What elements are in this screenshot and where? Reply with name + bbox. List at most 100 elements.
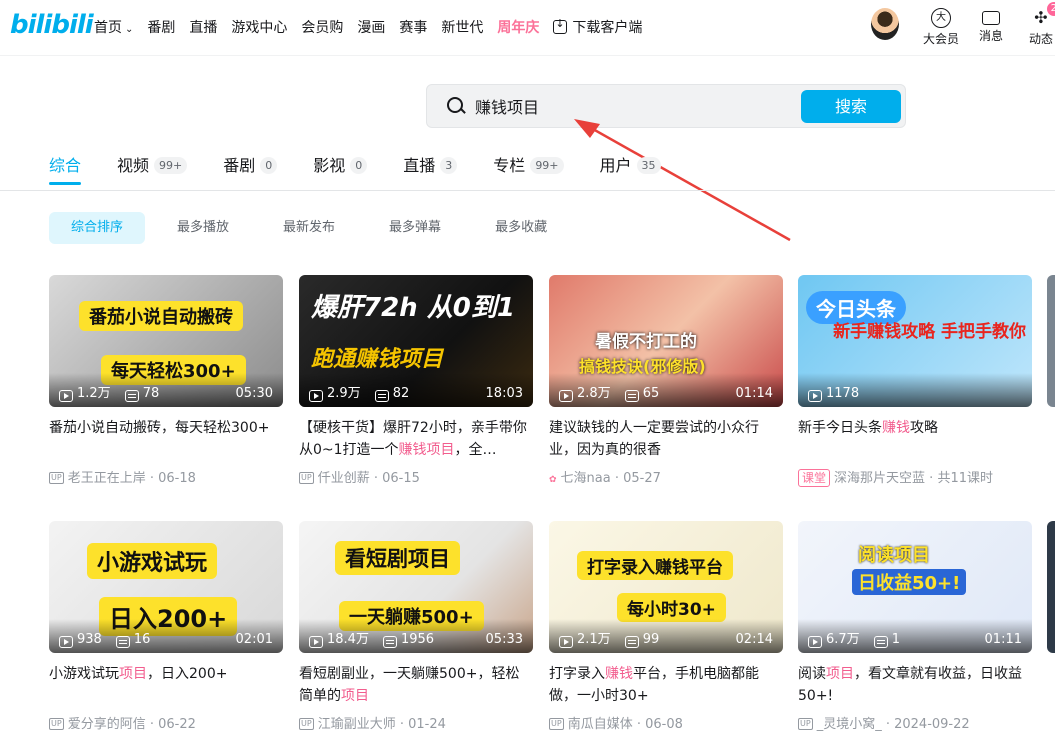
- play-count: 2.8万: [577, 386, 611, 401]
- sort-most-favorites[interactable]: 最多收藏: [473, 212, 569, 244]
- play-count: 1178: [826, 386, 860, 401]
- sort-overall[interactable]: 综合排序: [49, 212, 146, 244]
- partial-video-card[interactable]: [1047, 275, 1055, 407]
- course-tag: 课堂: [798, 469, 831, 487]
- up-icon: UP: [49, 472, 64, 484]
- video-thumbnail[interactable]: 打字录入赚钱平台 每小时30+ 2.1万 99 02:14: [549, 521, 783, 653]
- nav-live[interactable]: 直播: [189, 17, 217, 37]
- main-nav: 首页⌄ 番剧 直播 游戏中心 会员购 漫画 赛事 新世代 周年庆 下载客户端: [94, 17, 656, 37]
- play-count-icon: [808, 390, 822, 402]
- nav-game-center[interactable]: 游戏中心: [231, 17, 287, 37]
- nav-anniversary[interactable]: 周年庆: [497, 17, 539, 37]
- video-thumbnail[interactable]: 阅读项目 日收益50+! 6.7万 1 01:11: [798, 521, 1032, 653]
- video-title[interactable]: 打字录入赚钱平台，手机电脑都能做，一小时30+: [549, 663, 783, 707]
- user-avatar[interactable]: [871, 8, 899, 40]
- author[interactable]: 深海那片天空蓝: [834, 471, 925, 486]
- tab-video[interactable]: 视频 99+: [117, 152, 188, 176]
- video-card[interactable]: 番茄小说自动搬砖 每天轻松300+ 1.2万 78 05:30 番茄小说自动搬砖…: [49, 275, 283, 486]
- play-count: 2.1万: [577, 632, 611, 647]
- download-icon: [553, 17, 568, 34]
- vip-button[interactable]: 大 大会员: [919, 8, 963, 47]
- duration: 02:01: [235, 632, 273, 647]
- tab-movies[interactable]: 影视 0: [313, 152, 368, 176]
- video-card[interactable]: 暑假不打工的 搞钱技诀(邪修版) 2.8万 65 01:14 建议缺钱的人一定要…: [549, 275, 783, 486]
- sort-most-danmaku[interactable]: 最多弹幕: [367, 212, 463, 244]
- search-input[interactable]: [475, 95, 795, 117]
- video-title[interactable]: 新手今日头条赚钱攻略: [798, 417, 1032, 461]
- video-stats: 1178: [798, 373, 1032, 407]
- author[interactable]: 南瓜自媒体: [568, 717, 633, 732]
- dynamic-button[interactable]: ✣ 动态 2: [1019, 2, 1055, 47]
- video-title[interactable]: 阅读项目，看文章就有收益，日收益50+!: [798, 663, 1032, 707]
- tab-count: 35: [636, 157, 661, 174]
- danmaku-icon: [873, 636, 888, 648]
- video-thumbnail[interactable]: 番茄小说自动搬砖 每天轻松300+ 1.2万 78 05:30: [49, 275, 283, 407]
- video-card[interactable]: 看短剧项目 一天躺赚500+ 18.4万 1956 05:33 看短剧副业，一天…: [299, 521, 533, 732]
- nav-new-gen[interactable]: 新世代: [441, 17, 483, 37]
- tab-count: 99+: [530, 157, 564, 174]
- video-thumbnail[interactable]: 暑假不打工的 搞钱技诀(邪修版) 2.8万 65 01:14: [549, 275, 783, 407]
- nav-anime[interactable]: 番剧: [147, 17, 175, 37]
- video-stats: 2.8万 65 01:14: [549, 373, 783, 407]
- author[interactable]: 爱分享的阿信: [68, 717, 146, 732]
- search-button[interactable]: 搜索: [801, 90, 901, 123]
- author[interactable]: _灵境小窝_: [817, 717, 882, 732]
- pub-date: 05-27: [623, 471, 661, 486]
- video-title[interactable]: 看短剧副业，一天躺赚500+，轻松简单的项目: [299, 663, 533, 707]
- video-card[interactable]: 阅读项目 日收益50+! 6.7万 1 01:11 阅读项目，看文章就有收益，日…: [798, 521, 1032, 732]
- partial-video-card[interactable]: [1047, 521, 1055, 653]
- tab-count: 99+: [154, 157, 188, 174]
- video-title[interactable]: 【硬核干货】爆肝72小时，亲手带你从0~1打造一个赚钱项目，全…: [299, 417, 533, 461]
- play-count-icon: [309, 636, 323, 648]
- nav-esports[interactable]: 赛事: [399, 17, 427, 37]
- video-stats: 2.1万 99 02:14: [549, 619, 783, 653]
- red-annotation-arrow: [574, 119, 791, 242]
- tab-all[interactable]: 综合: [49, 152, 82, 185]
- video-thumbnail[interactable]: 爆肝72h 从0到1 跑通赚钱项目 2.9万 82 18:03: [299, 275, 533, 407]
- tab-anime[interactable]: 番剧 0: [223, 152, 278, 176]
- nav-home[interactable]: 首页 ⌄: [94, 17, 133, 37]
- thumb-text: 跑通赚钱项目: [311, 347, 444, 372]
- video-thumbnail[interactable]: 看短剧项目 一天躺赚500+ 18.4万 1956 05:33: [299, 521, 533, 653]
- video-card[interactable]: 打字录入赚钱平台 每小时30+ 2.1万 99 02:14 打字录入赚钱平台，手…: [549, 521, 783, 732]
- author[interactable]: 七海naa: [561, 471, 611, 486]
- nav-shop[interactable]: 会员购: [301, 17, 343, 37]
- video-thumbnail[interactable]: 小游戏试玩 日入200+ 938 16 02:01: [49, 521, 283, 653]
- sort-newest[interactable]: 最新发布: [261, 212, 357, 244]
- thumb-text: 暑假不打工的: [595, 332, 697, 352]
- tab-articles[interactable]: 专栏 99+: [493, 152, 564, 176]
- video-thumbnail[interactable]: 今日头条 新手赚钱攻略 手把手教你 1178: [798, 275, 1032, 407]
- play-count: 6.7万: [826, 632, 860, 647]
- danmaku-count: 16: [133, 632, 151, 647]
- video-title[interactable]: 小游戏试玩项目，日入200+: [49, 663, 283, 707]
- tab-live[interactable]: 直播 3: [403, 152, 458, 176]
- video-title[interactable]: 建议缺钱的人一定要尝试的小众行业，因为真的很香: [549, 417, 783, 461]
- tab-count: 3: [440, 157, 458, 174]
- tab-users[interactable]: 用户 35: [600, 152, 661, 176]
- messages-button[interactable]: 消息: [969, 8, 1013, 44]
- search-tabs: 综合 视频 99+ 番剧 0 影视 0 直播 3 专栏 99+ 用户 35: [49, 152, 697, 185]
- author[interactable]: 老王正在上岸: [68, 471, 146, 486]
- thumb-text: 阅读项目: [858, 545, 930, 566]
- up-icon: UP: [299, 718, 314, 730]
- sort-most-played[interactable]: 最多播放: [155, 212, 251, 244]
- danmaku-icon: [374, 390, 389, 402]
- bilibili-logo[interactable]: bilibili: [10, 10, 94, 40]
- dynamic-label: 动态: [1028, 32, 1053, 46]
- course-card[interactable]: 今日头条 新手赚钱攻略 手把手教你 1178 新手今日头条赚钱攻略 课堂 深海那片…: [798, 275, 1032, 487]
- pub-date: 06-08: [645, 717, 683, 732]
- top-navbar: bilibili 首页 ⌄ 番剧 直播 游戏中心 会员购 漫画 赛事 新世代 周年…: [0, 0, 1055, 56]
- author[interactable]: 仟业创薪: [318, 471, 370, 486]
- nav-download-client[interactable]: 下载客户端: [553, 17, 642, 37]
- play-count-icon: [559, 390, 573, 402]
- video-card[interactable]: 小游戏试玩 日入200+ 938 16 02:01 小游戏试玩项目，日入200+…: [49, 521, 283, 732]
- video-card[interactable]: 爆肝72h 从0到1 跑通赚钱项目 2.9万 82 18:03 【硬核干货】爆肝…: [299, 275, 533, 486]
- sort-options: 综合排序 最多播放 最新发布 最多弹幕 最多收藏: [49, 212, 579, 244]
- author[interactable]: 江瑜副业大师: [318, 717, 396, 732]
- video-meta: UP _灵境小窝_ · 2024-09-22: [798, 717, 970, 732]
- danmaku-icon: [382, 636, 397, 648]
- video-stats: 938 16 02:01: [49, 619, 283, 653]
- thumb-text: 看短剧项目: [335, 541, 460, 575]
- video-title[interactable]: 番茄小说自动搬砖，每天轻松300+: [49, 417, 283, 461]
- nav-manga[interactable]: 漫画: [357, 17, 385, 37]
